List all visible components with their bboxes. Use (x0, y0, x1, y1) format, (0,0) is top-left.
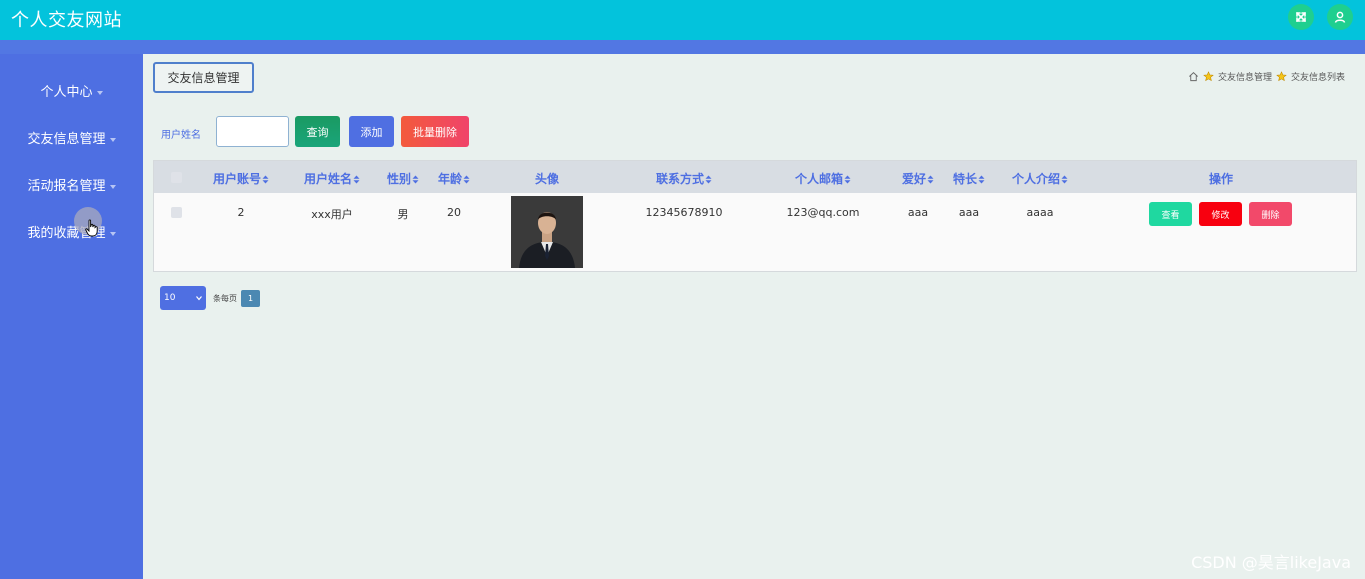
column-header-specialty[interactable]: 特长 (953, 170, 985, 187)
column-header-email[interactable]: 个人邮箱 (795, 170, 851, 187)
chevron-down-icon (109, 137, 116, 142)
cell-age: 20 (447, 206, 461, 219)
cell-email: 123@qq.com (786, 206, 860, 219)
chevron-down-icon (109, 231, 116, 236)
sort-icon (412, 175, 419, 184)
sidebar-item-dating-info[interactable]: 交友信息管理 (0, 128, 143, 147)
column-header-name[interactable]: 用户姓名 (304, 170, 360, 187)
cell-name: xxx用户 (311, 208, 353, 221)
query-button[interactable]: 查询 (295, 116, 340, 147)
batch-delete-button[interactable]: 批量删除 (401, 116, 469, 147)
star-icon (1203, 71, 1214, 82)
sidebar-item-label: 个人中心 (40, 85, 93, 100)
watermark: CSDN @昊言likeJava (1191, 553, 1351, 572)
table-header: 用户账号 用户姓名 性别 年龄 头像 联系方式 个人邮箱 爱好 特长 个人介绍 … (154, 161, 1356, 193)
data-table: 用户账号 用户姓名 性别 年龄 头像 联系方式 个人邮箱 爱好 特长 个人介绍 … (153, 160, 1357, 272)
fullscreen-icon[interactable] (1288, 4, 1314, 30)
pagination: 10 条每页 1 (160, 286, 260, 310)
user-avatar-photo (511, 196, 583, 268)
sidebar: 个人中心 交友信息管理 活动报名管理 我的收藏管理 (0, 54, 143, 579)
sort-icon (353, 175, 360, 184)
sidebar-item-personal-center[interactable]: 个人中心 (0, 81, 143, 100)
add-button[interactable]: 添加 (349, 116, 394, 147)
column-header-hobby[interactable]: 爱好 (902, 170, 934, 187)
cell-hobby: aaa (907, 206, 929, 219)
sidebar-item-activity-signup[interactable]: 活动报名管理 (0, 175, 143, 194)
sort-icon (705, 175, 712, 184)
cell-phone: 12345678910 (645, 206, 723, 219)
chevron-down-icon (109, 184, 116, 189)
main-content: 交友信息管理 交友信息管理 交友信息列表 用户姓名 查询 添加 批量删除 用户账… (143, 54, 1365, 579)
star-icon (1276, 71, 1287, 82)
chevron-down-icon (196, 296, 202, 301)
sort-icon (262, 175, 269, 184)
hand-cursor-icon (85, 219, 98, 237)
edit-button[interactable]: 修改 (1199, 202, 1242, 226)
username-search-input[interactable] (216, 116, 289, 147)
sub-bar (0, 40, 1365, 54)
cell-intro: aaaa (1026, 206, 1054, 219)
breadcrumb: 交友信息管理 交友信息列表 (1188, 70, 1345, 83)
tab-dating-info-management[interactable]: 交友信息管理 (153, 62, 254, 93)
column-header-actions: 操作 (1208, 172, 1234, 186)
sort-icon (927, 175, 934, 184)
view-button[interactable]: 查看 (1149, 202, 1192, 226)
sidebar-item-label: 交友信息管理 (27, 132, 106, 147)
page-number-button[interactable]: 1 (241, 289, 260, 307)
column-header-gender[interactable]: 性别 (387, 170, 419, 187)
column-header-intro[interactable]: 个人介绍 (1012, 170, 1068, 187)
column-header-account[interactable]: 用户账号 (213, 170, 269, 187)
top-bar: 个人交友网站 (0, 0, 1365, 40)
column-header-avatar: 头像 (534, 172, 560, 186)
delete-button[interactable]: 删除 (1249, 202, 1292, 226)
search-label: 用户姓名 (161, 130, 201, 141)
select-all-checkbox[interactable] (171, 172, 182, 183)
per-page-label: 条每页 (213, 293, 237, 303)
sidebar-item-favorites[interactable]: 我的收藏管理 (0, 222, 143, 241)
user-icon[interactable] (1327, 4, 1353, 30)
sort-icon (1061, 175, 1068, 184)
cell-account: 2 (237, 206, 245, 219)
breadcrumb-item: 交友信息列表 (1290, 73, 1345, 83)
column-header-age[interactable]: 年龄 (438, 170, 470, 187)
chevron-down-icon (96, 90, 103, 95)
row-checkbox[interactable] (171, 207, 182, 218)
page-size-value: 10 (164, 293, 176, 303)
sort-icon (844, 175, 851, 184)
breadcrumb-item[interactable]: 交友信息管理 (1218, 70, 1272, 83)
sort-icon (463, 175, 470, 184)
column-header-phone[interactable]: 联系方式 (656, 170, 712, 187)
sort-icon (978, 175, 985, 184)
site-title: 个人交友网站 (11, 10, 122, 31)
page-size-select[interactable]: 10 (160, 286, 206, 310)
home-icon[interactable] (1188, 71, 1199, 82)
cell-specialty: aaa (958, 206, 980, 219)
cell-gender: 男 (397, 208, 409, 221)
sidebar-item-label: 活动报名管理 (27, 179, 106, 194)
